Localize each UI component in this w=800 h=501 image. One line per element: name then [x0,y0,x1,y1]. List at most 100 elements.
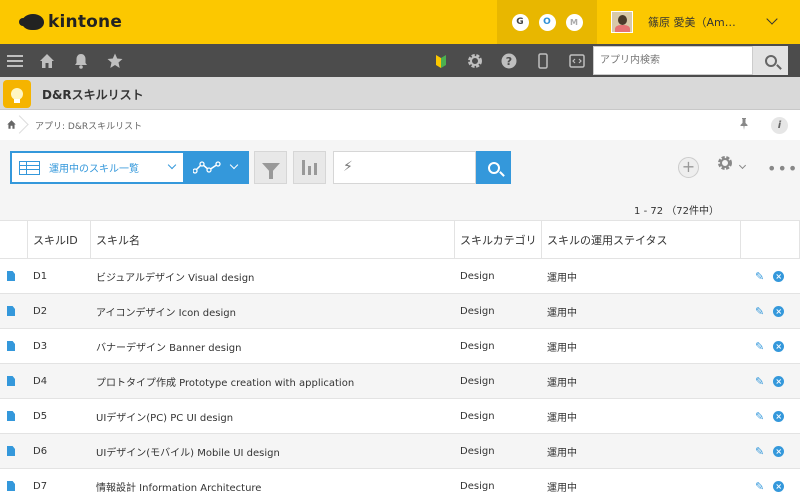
google-icon[interactable]: G [511,13,529,31]
code-icon[interactable] [568,52,586,70]
svg-text:?: ? [506,55,512,68]
table-row[interactable]: D4 プロトタイプ作成 Prototype creation with appli… [0,364,800,399]
search-icon [764,54,777,67]
skill-name-cell: ビジュアルデザイン Visual design [96,272,255,284]
settings-gear-icon[interactable] [716,154,734,177]
help-icon[interactable]: ? [500,52,518,70]
add-record-button[interactable]: + [678,157,699,178]
record-detail-cell[interactable] [0,469,28,501]
app-lightbulb-icon[interactable] [3,80,31,108]
chevron-down-icon [167,160,177,170]
view-select-label: 運用中のスキル一覧 [49,164,139,175]
skill-name-cell: プロトタイプ作成 Prototype creation with applica… [96,377,355,389]
app-header: D&Rスキルリスト [0,77,800,110]
record-detail-cell[interactable] [0,399,28,433]
skill-status-cell: 運用中 [547,342,577,354]
delete-icon[interactable]: × [773,410,785,422]
chevron-down-icon[interactable] [738,161,747,170]
delete-icon[interactable]: × [773,445,785,457]
cybozu-logo-icon [19,14,44,30]
document-icon[interactable] [7,376,15,386]
edit-pencil-icon[interactable]: ✎ [755,305,764,318]
view-select[interactable]: 運用中のスキル一覧 [10,151,185,184]
edit-pencil-icon[interactable]: ✎ [755,410,764,423]
edit-pencil-icon[interactable]: ✎ [755,340,764,353]
edit-pencil-icon[interactable]: ✎ [755,270,764,283]
breadcrumb-app-link[interactable]: アプリ: D&Rスキルリスト [35,119,142,132]
skill-status-cell: 運用中 [547,482,577,494]
table-row[interactable]: D6 UIデザイン(モバイル) Mobile UI design Design 運用中… [0,434,800,469]
mail-icon[interactable]: M [565,13,583,31]
record-detail-cell[interactable] [0,294,28,328]
keyword-search-button[interactable] [476,151,511,184]
office-icon[interactable]: O [538,13,556,31]
star-icon[interactable] [106,52,124,70]
info-icon[interactable]: i [771,117,788,134]
list-toolbar: 運用中のスキル一覧 ⚡ + ••• [0,140,800,198]
pin-icon[interactable] [739,118,749,133]
document-icon[interactable] [7,341,15,351]
header-skill-id[interactable]: スキルID [28,221,91,258]
document-icon[interactable] [7,446,15,456]
graph-view-button[interactable] [185,151,249,184]
delete-icon[interactable]: × [773,480,785,492]
table-row[interactable]: D1 ビジュアルデザイン Visual design Design 運用中 ✎ × [0,259,800,294]
row-actions: ✎ × [741,399,800,433]
header-blank [0,221,28,258]
skill-id-cell: D5 [33,410,48,422]
skill-status-cell: 運用中 [547,307,577,319]
skill-status-cell: 運用中 [547,447,577,459]
row-actions: ✎ × [741,364,800,398]
header-skill-status[interactable]: スキルの運用ステイタス [542,221,741,258]
record-count: 1 - 72 （72件中） [634,206,719,217]
document-icon[interactable] [7,481,15,491]
edit-pencil-icon[interactable]: ✎ [755,375,764,388]
filter-button[interactable] [254,151,287,184]
document-icon[interactable] [7,271,15,281]
delete-icon[interactable]: × [773,340,785,352]
skill-category-cell: Design [460,340,495,352]
skill-id-cell: D7 [33,480,48,492]
mobile-icon[interactable] [534,52,552,70]
more-options-button[interactable]: ••• [767,159,798,178]
edit-pencil-icon[interactable]: ✎ [755,480,764,493]
record-detail-cell[interactable] [0,329,28,363]
app-search-input[interactable] [593,46,753,75]
kintone-logo[interactable]: kintone [19,10,123,34]
record-detail-cell[interactable] [0,259,28,293]
chart-button[interactable] [293,151,326,184]
skill-id-cell: D1 [33,270,48,282]
keyword-search-input[interactable]: ⚡ [333,151,476,184]
app-title: D&Rスキルリスト [42,88,144,102]
logo-text: kintone [48,12,123,32]
skill-name-cell: 情報設計 Information Architecture [96,482,262,494]
skill-status-cell: 運用中 [547,377,577,389]
skill-name-cell: バナーデザイン Banner design [96,342,242,354]
bell-icon[interactable] [72,52,90,70]
menu-icon[interactable] [6,52,24,70]
app-search-button[interactable] [753,46,788,75]
skill-id-cell: D3 [33,340,48,352]
record-detail-cell[interactable] [0,434,28,468]
record-detail-cell[interactable] [0,364,28,398]
document-icon[interactable] [7,411,15,421]
delete-icon[interactable]: × [773,305,785,317]
gear-icon[interactable] [466,52,484,70]
table-row[interactable]: D2 アイコンデザイン Icon design Design 運用中 ✎ × [0,294,800,329]
header-skill-name[interactable]: スキル名 [91,221,455,258]
header-skill-category[interactable]: スキルカテゴリ [455,221,542,258]
beginner-icon[interactable] [432,52,450,70]
edit-pencil-icon[interactable]: ✎ [755,445,764,458]
delete-icon[interactable]: × [773,375,785,387]
row-actions: ✎ × [741,259,800,293]
lightning-icon: ⚡ [343,159,353,175]
table-row[interactable]: D7 情報設計 Information Architecture Design 運用中… [0,469,800,501]
skill-id-cell: D4 [33,375,48,387]
table-row[interactable]: D3 バナーデザイン Banner design Design 運用中 ✎ × [0,329,800,364]
table-row[interactable]: D5 UIデザイン(PC) PC UI design Design 運用中 ✎ × [0,399,800,434]
document-icon[interactable] [7,306,15,316]
delete-icon[interactable]: × [773,270,785,282]
user-menu[interactable]: 篠原 愛美（Am… [598,0,800,44]
filter-icon [261,162,280,179]
home-icon[interactable] [38,52,56,70]
